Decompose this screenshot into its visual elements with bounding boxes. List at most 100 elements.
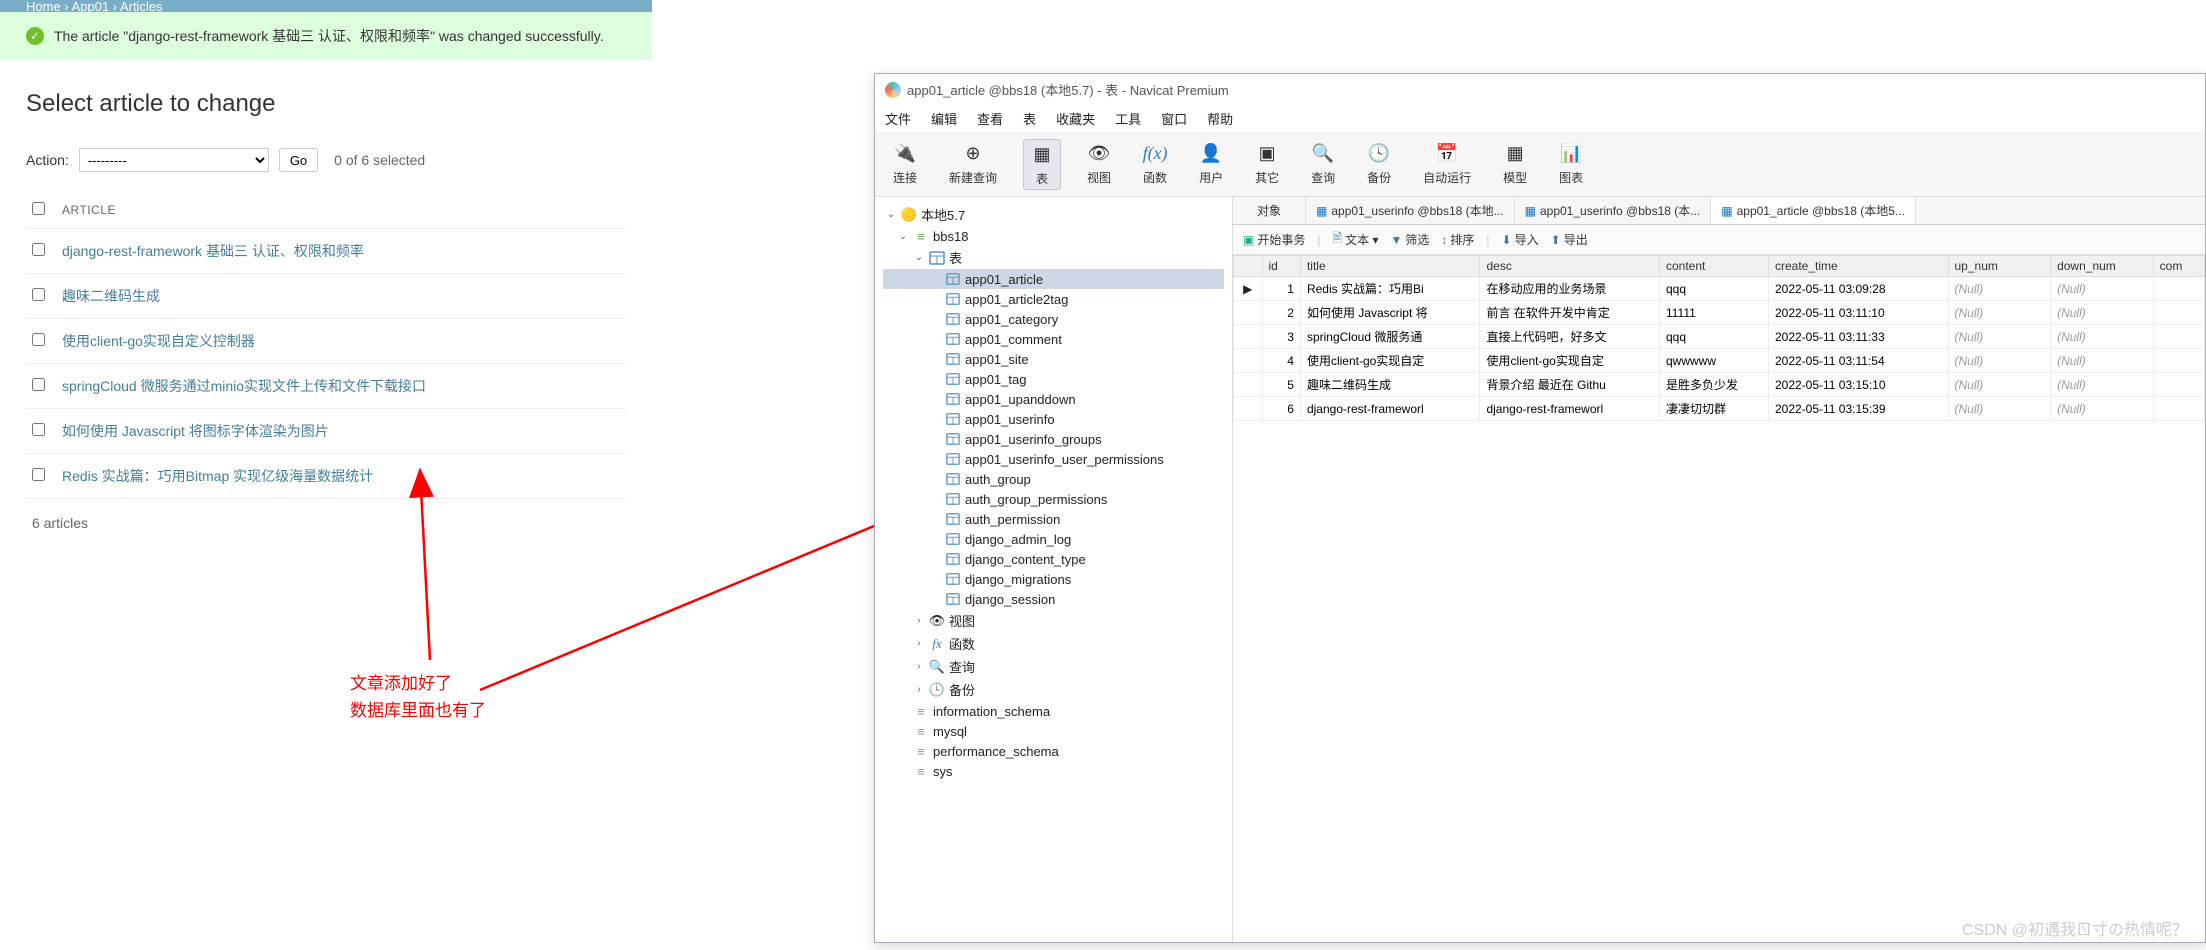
select-all-checkbox[interactable] bbox=[32, 202, 45, 215]
col-up_num[interactable]: up_num bbox=[1948, 256, 2051, 277]
col-com[interactable]: com bbox=[2153, 256, 2204, 277]
tree-table-item[interactable]: auth_group bbox=[883, 469, 1224, 489]
tree-database-item[interactable]: ≡information_schema bbox=[883, 701, 1224, 721]
toolbar-连接[interactable]: 🔌连接 bbox=[887, 139, 923, 190]
tree-database-item[interactable]: ≡mysql bbox=[883, 721, 1224, 741]
toolbar-备份[interactable]: 🕓备份 bbox=[1361, 139, 1397, 190]
data-row[interactable]: 4使用client-go实现自定使用client-go实现自定qwwwww202… bbox=[1234, 349, 2205, 373]
article-row: 使用client-go实现自定义控制器 bbox=[26, 319, 626, 364]
tree-table-item[interactable]: app01_upanddown bbox=[883, 389, 1224, 409]
menu-item[interactable]: 帮助 bbox=[1207, 109, 1233, 128]
row-checkbox[interactable] bbox=[32, 243, 45, 256]
filter-button[interactable]: ▼筛选 bbox=[1391, 231, 1430, 248]
row-checkbox[interactable] bbox=[32, 378, 45, 391]
tree-views-folder[interactable]: ›👁视图 bbox=[883, 609, 1224, 632]
toolbar-表[interactable]: ▦表 bbox=[1023, 139, 1061, 190]
col-desc[interactable]: desc bbox=[1480, 256, 1660, 277]
toolbar-自动运行[interactable]: 📅自动运行 bbox=[1417, 139, 1477, 190]
tree-table-item[interactable]: auth_group_permissions bbox=[883, 489, 1224, 509]
tab-userinfo-1[interactable]: ▦app01_userinfo @bbs18 (本地... bbox=[1306, 197, 1515, 224]
col-title[interactable]: title bbox=[1300, 256, 1480, 277]
article-link[interactable]: django-rest-framework 基础三 认证、权限和频率 bbox=[62, 243, 364, 259]
article-link[interactable]: Redis 实战篇：巧用Bitmap 实现亿级海量数据统计 bbox=[62, 468, 373, 484]
toolbar-函数[interactable]: f(x)函数 bbox=[1137, 139, 1173, 190]
tree-table-item[interactable]: app01_userinfo_groups bbox=[883, 429, 1224, 449]
col-header-article[interactable]: ARTICLE bbox=[56, 192, 626, 229]
menu-item[interactable]: 收藏夹 bbox=[1056, 109, 1095, 128]
menu-item[interactable]: 查看 bbox=[977, 109, 1003, 128]
menu-item[interactable]: 表 bbox=[1023, 109, 1036, 128]
article-link[interactable]: 趣味二维码生成 bbox=[62, 288, 160, 304]
tree-table-item[interactable]: app01_userinfo_user_permissions bbox=[883, 449, 1224, 469]
tree-table-item[interactable]: app01_site bbox=[883, 349, 1224, 369]
tree-table-item[interactable]: app01_comment bbox=[883, 329, 1224, 349]
article-row: Redis 实战篇：巧用Bitmap 实现亿级海量数据统计 bbox=[26, 454, 626, 499]
text-mode-button[interactable]: 🗎文本 ▾ bbox=[1332, 229, 1378, 250]
tree-connection[interactable]: ⌄🟡本地5.7 bbox=[883, 203, 1224, 226]
row-checkbox[interactable] bbox=[32, 288, 45, 301]
data-row[interactable]: ▶1Redis 实战篇：巧用Bi在移动应用的业务场景qqq2022-05-11 … bbox=[1234, 277, 2205, 301]
tree-tables-folder[interactable]: ⌄表 bbox=[883, 246, 1224, 269]
article-link[interactable]: springCloud 微服务通过minio实现文件上传和文件下载接口 bbox=[62, 378, 426, 394]
tree-table-item[interactable]: app01_userinfo bbox=[883, 409, 1224, 429]
navicat-tree[interactable]: ⌄🟡本地5.7 ⌄≡bbs18 ⌄表 app01_articleapp01_ar… bbox=[875, 197, 1233, 942]
col-id[interactable]: id bbox=[1262, 256, 1300, 277]
row-checkbox[interactable] bbox=[32, 468, 45, 481]
toolbar-查询[interactable]: 🔍查询 bbox=[1305, 139, 1341, 190]
begin-transaction-button[interactable]: ▣开始事务 bbox=[1243, 231, 1305, 248]
tree-table-item[interactable]: django_migrations bbox=[883, 569, 1224, 589]
menu-item[interactable]: 文件 bbox=[885, 109, 911, 128]
tree-table-item[interactable]: app01_article2tag bbox=[883, 289, 1224, 309]
toolbar-图表[interactable]: 📊图表 bbox=[1553, 139, 1589, 190]
menu-item[interactable]: 编辑 bbox=[931, 109, 957, 128]
article-row: django-rest-framework 基础三 认证、权限和频率 bbox=[26, 229, 626, 274]
col-down_num[interactable]: down_num bbox=[2051, 256, 2154, 277]
tab-article[interactable]: ▦app01_article @bbs18 (本地5... bbox=[1711, 197, 1916, 224]
tree-database-item[interactable]: ≡sys bbox=[883, 761, 1224, 781]
data-grid[interactable]: idtitledesccontentcreate_timeup_numdown_… bbox=[1233, 255, 2205, 942]
tab-objects[interactable]: 对象 bbox=[1233, 197, 1306, 224]
data-row[interactable]: 5趣味二维码生成背景介绍 最近在 Githu是胜多负少发2022-05-11 0… bbox=[1234, 373, 2205, 397]
navicat-tabs: 对象 ▦app01_userinfo @bbs18 (本地... ▦app01_… bbox=[1233, 197, 2205, 225]
tab-userinfo-2[interactable]: ▦app01_userinfo @bbs18 (本... bbox=[1515, 197, 1712, 224]
tree-queries-folder[interactable]: ›🔍查询 bbox=[883, 655, 1224, 678]
import-button[interactable]: ⬇导入 bbox=[1502, 231, 1539, 248]
data-row[interactable]: 6django-rest-frameworldjango-rest-framew… bbox=[1234, 397, 2205, 421]
toolbar-新建查询[interactable]: ⊕新建查询 bbox=[943, 139, 1003, 190]
csdn-watermark: CSDN @初遇我ㄖ寸の热情呢？ bbox=[1962, 916, 2188, 940]
go-button[interactable]: Go bbox=[279, 148, 318, 172]
menu-item[interactable]: 窗口 bbox=[1161, 109, 1187, 128]
action-select[interactable]: --------- bbox=[79, 148, 269, 172]
tree-table-item[interactable]: auth_permission bbox=[883, 509, 1224, 529]
tree-table-item[interactable]: app01_category bbox=[883, 309, 1224, 329]
sort-button[interactable]: ↕排序 bbox=[1441, 231, 1474, 248]
menu-item[interactable]: 工具 bbox=[1115, 109, 1141, 128]
col-content[interactable]: content bbox=[1659, 256, 1768, 277]
navicat-toolbar: 🔌连接 ⊕新建查询 ▦表 👁视图 f(x)函数 👤用户 ▣其它 🔍查询 🕓备份 📅自动运行 ▦模型 📊… bbox=[875, 133, 2205, 197]
article-link[interactable]: 使用client-go实现自定义控制器 bbox=[62, 333, 255, 349]
tree-table-item[interactable]: app01_article bbox=[883, 269, 1224, 289]
col-create_time[interactable]: create_time bbox=[1768, 256, 1948, 277]
tree-database-item[interactable]: ≡performance_schema bbox=[883, 741, 1224, 761]
data-row[interactable]: 2如何使用 Javascript 将前言 在软件开发中肯定111112022-0… bbox=[1234, 301, 2205, 325]
row-checkbox[interactable] bbox=[32, 333, 45, 346]
tree-backups-folder[interactable]: ›🕓备份 bbox=[883, 678, 1224, 701]
article-link[interactable]: 如何使用 Javascript 将图标字体渲染为图片 bbox=[62, 423, 329, 439]
export-button[interactable]: ⬆导出 bbox=[1551, 231, 1588, 248]
row-checkbox[interactable] bbox=[32, 423, 45, 436]
tree-table-item[interactable]: django_admin_log bbox=[883, 529, 1224, 549]
tree-table-item[interactable]: django_content_type bbox=[883, 549, 1224, 569]
tree-functions-folder[interactable]: ›fx函数 bbox=[883, 632, 1224, 655]
django-breadcrumb: Home › App01 › Articles bbox=[0, 0, 652, 12]
toolbar-视图[interactable]: 👁视图 bbox=[1081, 139, 1117, 190]
tree-database[interactable]: ⌄≡bbs18 bbox=[883, 226, 1224, 246]
toolbar-用户[interactable]: 👤用户 bbox=[1193, 139, 1229, 190]
toolbar-模型[interactable]: ▦模型 bbox=[1497, 139, 1533, 190]
tree-table-item[interactable]: django_session bbox=[883, 589, 1224, 609]
navicat-titlebar: app01_article @bbs18 (本地5.7) - 表 - Navic… bbox=[875, 74, 2205, 105]
toolbar-其它[interactable]: ▣其它 bbox=[1249, 139, 1285, 190]
navicat-logo-icon bbox=[885, 82, 901, 98]
page-title: Select article to change bbox=[26, 90, 626, 118]
data-row[interactable]: 3springCloud 微服务通直接上代码吧，好多文qqq2022-05-11… bbox=[1234, 325, 2205, 349]
tree-table-item[interactable]: app01_tag bbox=[883, 369, 1224, 389]
